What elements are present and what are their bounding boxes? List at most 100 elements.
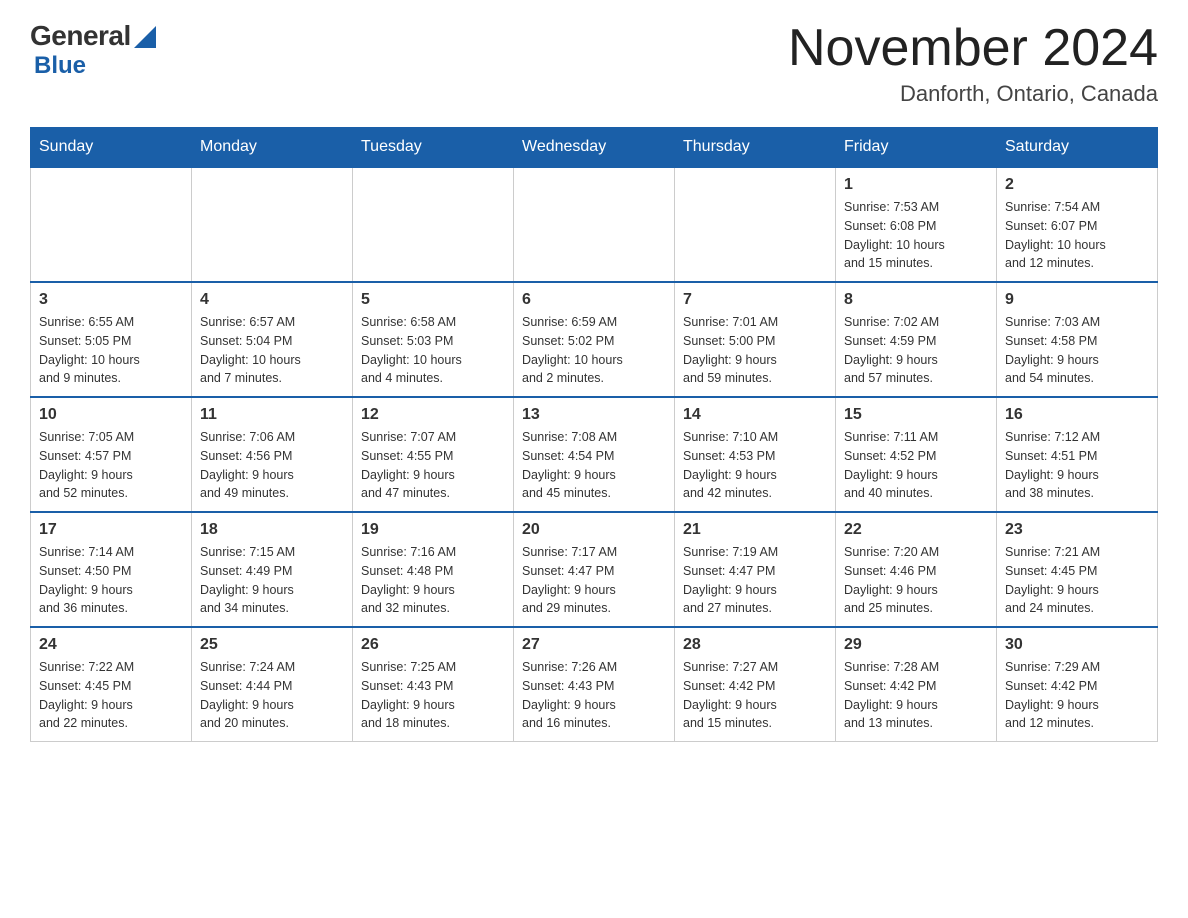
day-number: 17 (39, 521, 183, 539)
day-info: Sunrise: 7:20 AMSunset: 4:46 PMDaylight:… (844, 543, 988, 618)
month-title: November 2024 (788, 20, 1158, 77)
day-number: 24 (39, 636, 183, 654)
day-number: 14 (683, 406, 827, 424)
logo-general-text: General (30, 20, 131, 52)
day-info: Sunrise: 7:29 AMSunset: 4:42 PMDaylight:… (1005, 658, 1149, 733)
day-number: 9 (1005, 291, 1149, 309)
weekday-header-tuesday: Tuesday (353, 128, 514, 168)
calendar-table: SundayMondayTuesdayWednesdayThursdayFrid… (30, 127, 1158, 742)
logo-arrow-icon (134, 26, 156, 48)
day-info: Sunrise: 7:06 AMSunset: 4:56 PMDaylight:… (200, 428, 344, 503)
day-number: 27 (522, 636, 666, 654)
weekday-header-monday: Monday (192, 128, 353, 168)
day-info: Sunrise: 7:17 AMSunset: 4:47 PMDaylight:… (522, 543, 666, 618)
calendar-cell: 22Sunrise: 7:20 AMSunset: 4:46 PMDayligh… (836, 512, 997, 627)
day-info: Sunrise: 6:58 AMSunset: 5:03 PMDaylight:… (361, 313, 505, 388)
calendar-cell: 5 Sunrise: 6:58 AMSunset: 5:03 PMDaylight… (353, 282, 514, 397)
calendar-cell: 11 Sunrise: 7:06 AMSunset: 4:56 PMDayligh… (192, 397, 353, 512)
calendar-cell (353, 167, 514, 282)
calendar-cell: 19 Sunrise: 7:16 AMSunset: 4:48 PMDayligh… (353, 512, 514, 627)
day-info: Sunrise: 7:28 AMSunset: 4:42 PMDaylight:… (844, 658, 988, 733)
weekday-header-saturday: Saturday (997, 128, 1158, 168)
day-info: Sunrise: 7:53 AMSunset: 6:08 PMDaylight:… (844, 198, 988, 273)
calendar-cell: 20Sunrise: 7:17 AMSunset: 4:47 PMDayligh… (514, 512, 675, 627)
day-info: Sunrise: 7:54 AMSunset: 6:07 PMDaylight:… (1005, 198, 1149, 273)
day-number: 28 (683, 636, 827, 654)
day-number: 6 (522, 291, 666, 309)
calendar-week-2: 3Sunrise: 6:55 AMSunset: 5:05 PMDaylight… (31, 282, 1158, 397)
calendar-cell: 4Sunrise: 6:57 AMSunset: 5:04 PMDaylight… (192, 282, 353, 397)
logo-blue-text: Blue (34, 52, 86, 79)
day-number: 2 (1005, 176, 1149, 194)
calendar-cell: 13 Sunrise: 7:08 AMSunset: 4:54 PMDayligh… (514, 397, 675, 512)
calendar-week-3: 10 Sunrise: 7:05 AMSunset: 4:57 PMDayligh… (31, 397, 1158, 512)
calendar-cell: 7 Sunrise: 7:01 AMSunset: 5:00 PMDaylight… (675, 282, 836, 397)
day-number: 30 (1005, 636, 1149, 654)
calendar-cell: 30 Sunrise: 7:29 AMSunset: 4:42 PMDayligh… (997, 627, 1158, 742)
day-number: 23 (1005, 521, 1149, 539)
day-info: Sunrise: 7:27 AMSunset: 4:42 PMDaylight:… (683, 658, 827, 733)
day-info: Sunrise: 7:25 AMSunset: 4:43 PMDaylight:… (361, 658, 505, 733)
day-info: Sunrise: 7:24 AMSunset: 4:44 PMDaylight:… (200, 658, 344, 733)
calendar-cell: 15Sunrise: 7:11 AMSunset: 4:52 PMDayligh… (836, 397, 997, 512)
calendar-week-1: 1 Sunrise: 7:53 AMSunset: 6:08 PMDaylight… (31, 167, 1158, 282)
day-number: 11 (200, 406, 344, 424)
calendar-cell (514, 167, 675, 282)
calendar-cell: 17Sunrise: 7:14 AMSunset: 4:50 PMDayligh… (31, 512, 192, 627)
day-info: Sunrise: 7:19 AMSunset: 4:47 PMDaylight:… (683, 543, 827, 618)
calendar-cell: 8 Sunrise: 7:02 AMSunset: 4:59 PMDaylight… (836, 282, 997, 397)
calendar-cell (675, 167, 836, 282)
day-info: Sunrise: 6:55 AMSunset: 5:05 PMDaylight:… (39, 313, 183, 388)
calendar-cell: 29 Sunrise: 7:28 AMSunset: 4:42 PMDayligh… (836, 627, 997, 742)
day-info: Sunrise: 7:12 AMSunset: 4:51 PMDaylight:… (1005, 428, 1149, 503)
day-number: 21 (683, 521, 827, 539)
day-number: 19 (361, 521, 505, 539)
day-number: 15 (844, 406, 988, 424)
calendar-cell: 9 Sunrise: 7:03 AMSunset: 4:58 PMDaylight… (997, 282, 1158, 397)
day-number: 7 (683, 291, 827, 309)
calendar-cell: 28 Sunrise: 7:27 AMSunset: 4:42 PMDayligh… (675, 627, 836, 742)
day-info: Sunrise: 7:01 AMSunset: 5:00 PMDaylight:… (683, 313, 827, 388)
calendar-cell: 27Sunrise: 7:26 AMSunset: 4:43 PMDayligh… (514, 627, 675, 742)
day-number: 18 (200, 521, 344, 539)
day-info: Sunrise: 7:16 AMSunset: 4:48 PMDaylight:… (361, 543, 505, 618)
calendar-cell: 23 Sunrise: 7:21 AMSunset: 4:45 PMDayligh… (997, 512, 1158, 627)
weekday-header-wednesday: Wednesday (514, 128, 675, 168)
day-info: Sunrise: 6:59 AMSunset: 5:02 PMDaylight:… (522, 313, 666, 388)
day-info: Sunrise: 7:03 AMSunset: 4:58 PMDaylight:… (1005, 313, 1149, 388)
day-info: Sunrise: 7:21 AMSunset: 4:45 PMDaylight:… (1005, 543, 1149, 618)
day-info: Sunrise: 7:05 AMSunset: 4:57 PMDaylight:… (39, 428, 183, 503)
day-number: 13 (522, 406, 666, 424)
day-number: 8 (844, 291, 988, 309)
calendar-cell: 12 Sunrise: 7:07 AMSunset: 4:55 PMDayligh… (353, 397, 514, 512)
day-number: 26 (361, 636, 505, 654)
logo: General Blue (30, 20, 156, 80)
calendar-cell: 3Sunrise: 6:55 AMSunset: 5:05 PMDaylight… (31, 282, 192, 397)
day-number: 10 (39, 406, 183, 424)
day-info: Sunrise: 7:10 AMSunset: 4:53 PMDaylight:… (683, 428, 827, 503)
day-number: 29 (844, 636, 988, 654)
day-number: 25 (200, 636, 344, 654)
page-header: General Blue November 2024 Danforth, Ont… (30, 20, 1158, 107)
calendar-cell: 16 Sunrise: 7:12 AMSunset: 4:51 PMDayligh… (997, 397, 1158, 512)
calendar-cell: 10 Sunrise: 7:05 AMSunset: 4:57 PMDayligh… (31, 397, 192, 512)
weekday-header-sunday: Sunday (31, 128, 192, 168)
calendar-cell: 24Sunrise: 7:22 AMSunset: 4:45 PMDayligh… (31, 627, 192, 742)
day-info: Sunrise: 7:08 AMSunset: 4:54 PMDaylight:… (522, 428, 666, 503)
day-number: 12 (361, 406, 505, 424)
location: Danforth, Ontario, Canada (788, 81, 1158, 107)
weekday-header-friday: Friday (836, 128, 997, 168)
calendar-cell: 21 Sunrise: 7:19 AMSunset: 4:47 PMDayligh… (675, 512, 836, 627)
day-number: 1 (844, 176, 988, 194)
day-info: Sunrise: 7:07 AMSunset: 4:55 PMDaylight:… (361, 428, 505, 503)
day-number: 16 (1005, 406, 1149, 424)
weekday-header-row: SundayMondayTuesdayWednesdayThursdayFrid… (31, 128, 1158, 168)
calendar-week-4: 17Sunrise: 7:14 AMSunset: 4:50 PMDayligh… (31, 512, 1158, 627)
calendar-cell: 14 Sunrise: 7:10 AMSunset: 4:53 PMDayligh… (675, 397, 836, 512)
day-info: Sunrise: 7:02 AMSunset: 4:59 PMDaylight:… (844, 313, 988, 388)
day-number: 5 (361, 291, 505, 309)
calendar-cell: 1 Sunrise: 7:53 AMSunset: 6:08 PMDaylight… (836, 167, 997, 282)
day-info: Sunrise: 7:15 AMSunset: 4:49 PMDaylight:… (200, 543, 344, 618)
calendar-cell: 2 Sunrise: 7:54 AMSunset: 6:07 PMDaylight… (997, 167, 1158, 282)
day-number: 4 (200, 291, 344, 309)
